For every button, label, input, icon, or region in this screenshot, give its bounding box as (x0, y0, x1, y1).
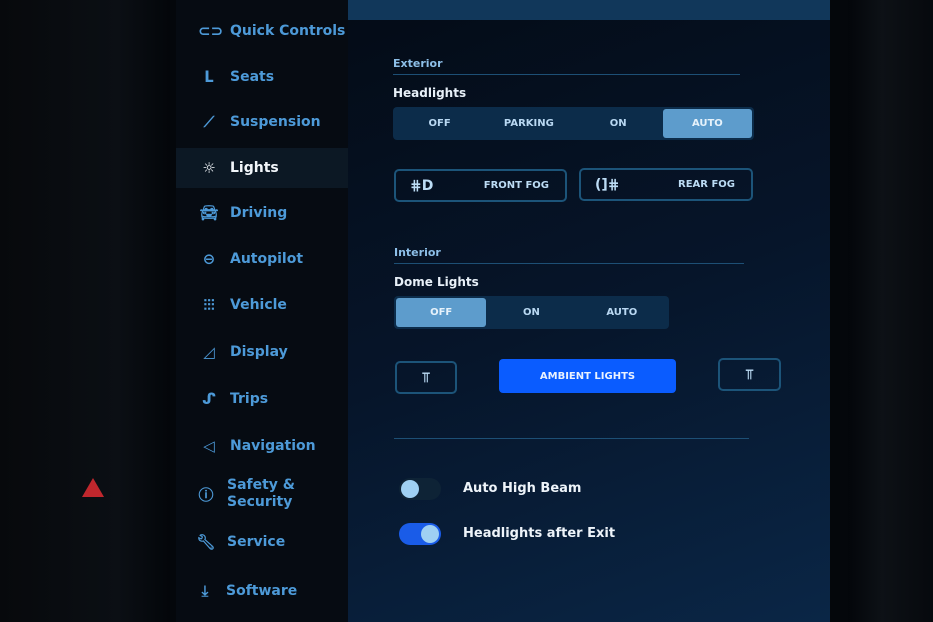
car-icon: 🚘︎ (199, 204, 219, 222)
light-dim-icon: ⫪ (422, 369, 430, 386)
display-icon: ◿ (203, 343, 215, 361)
sidebar-item-lights[interactable]: ☼ Lights (176, 148, 348, 188)
ambient-dim-button[interactable]: ⫪ (395, 361, 457, 394)
settings-sidebar: ⊂⊃ Quick Controls ᒪ Seats ⟋ Suspension ☼ Lig… (176, 0, 348, 622)
divider (394, 438, 749, 439)
dome-on[interactable]: ON (486, 298, 576, 327)
headlights-after-exit-label: Headlights after Exit (463, 526, 616, 541)
light-bright-icon: ⫪ (745, 366, 754, 383)
headlights-selector: OFF PARKING ON AUTO (393, 107, 754, 140)
ambient-lights-button[interactable]: AMBIENT LIGHTS (499, 359, 676, 393)
sidebar-item-quick-controls[interactable]: ⊂⊃ Quick Controls (176, 11, 348, 51)
headlights-label: Headlights (393, 86, 467, 100)
top-bar (348, 0, 830, 20)
dome-off[interactable]: OFF (396, 298, 487, 327)
shock-absorber-icon: ⟋ (203, 113, 215, 131)
sidebar-item-vehicle[interactable]: ⫶⫶⫶ Vehicle (176, 285, 348, 325)
divider (393, 74, 740, 75)
sidebar-item-suspension[interactable]: ⟋ Suspension (176, 102, 348, 142)
front-fog-button[interactable]: ⋕D FRONT FOG (394, 169, 567, 202)
ambient-bright-button[interactable]: ⫪ (718, 358, 781, 391)
sliders-icon: ⫶⫶⫶ (203, 296, 215, 314)
steering-wheel-icon: ⊖ (202, 250, 216, 268)
sidebar-item-software[interactable]: ⤓ Software (172, 571, 344, 611)
headlights-off[interactable]: OFF (395, 109, 484, 138)
headlights-after-exit-toggle[interactable] (399, 523, 441, 545)
sun-icon: ☼ (202, 159, 216, 177)
route-icon: ᔑ (202, 390, 216, 408)
dome-lights-selector: OFF ON AUTO (394, 296, 669, 329)
divider (394, 263, 744, 264)
headlights-on[interactable]: ON (574, 109, 663, 138)
toggle-icon: ⊂⊃ (198, 22, 224, 40)
auto-high-beam-label: Auto High Beam (463, 481, 582, 496)
download-icon: ⤓ (201, 582, 209, 600)
hazard-button-icon (82, 478, 104, 497)
exterior-section-title: Exterior (393, 57, 443, 70)
sidebar-item-service[interactable]: 🔧︎ Service (173, 522, 345, 562)
sidebar-item-navigation[interactable]: ◁ Navigation (176, 426, 348, 466)
seat-icon: ᒪ (204, 68, 214, 86)
headlights-auto[interactable]: AUTO (662, 109, 752, 138)
rear-fog-icon: (]⋕ (595, 176, 620, 193)
alert-circle-icon: ⓘ (198, 485, 214, 504)
sidebar-item-trips[interactable]: ᔑ Trips (176, 379, 348, 419)
rear-fog-button[interactable]: (]⋕ REAR FOG (579, 168, 753, 201)
right-bezel (848, 0, 933, 622)
sidebar-item-seats[interactable]: ᒪ Seats (176, 57, 348, 97)
headlights-parking[interactable]: PARKING (484, 109, 573, 138)
front-fog-icon: ⋕D (410, 177, 434, 194)
wrench-icon: 🔧︎ (196, 533, 216, 551)
dome-auto[interactable]: AUTO (577, 298, 667, 327)
sidebar-item-display[interactable]: ◿ Display (176, 332, 348, 372)
sidebar-item-autopilot[interactable]: ⊖ Autopilot (176, 239, 348, 279)
left-bezel (0, 0, 170, 622)
dome-lights-label: Dome Lights (394, 275, 479, 289)
auto-high-beam-toggle[interactable] (399, 478, 441, 500)
sidebar-item-safety-security[interactable]: ⓘ Safety & Security (173, 474, 345, 514)
interior-section-title: Interior (394, 246, 441, 259)
sidebar-item-driving[interactable]: 🚘︎ Driving (176, 193, 348, 233)
navigation-arrow-icon: ◁ (203, 437, 215, 455)
